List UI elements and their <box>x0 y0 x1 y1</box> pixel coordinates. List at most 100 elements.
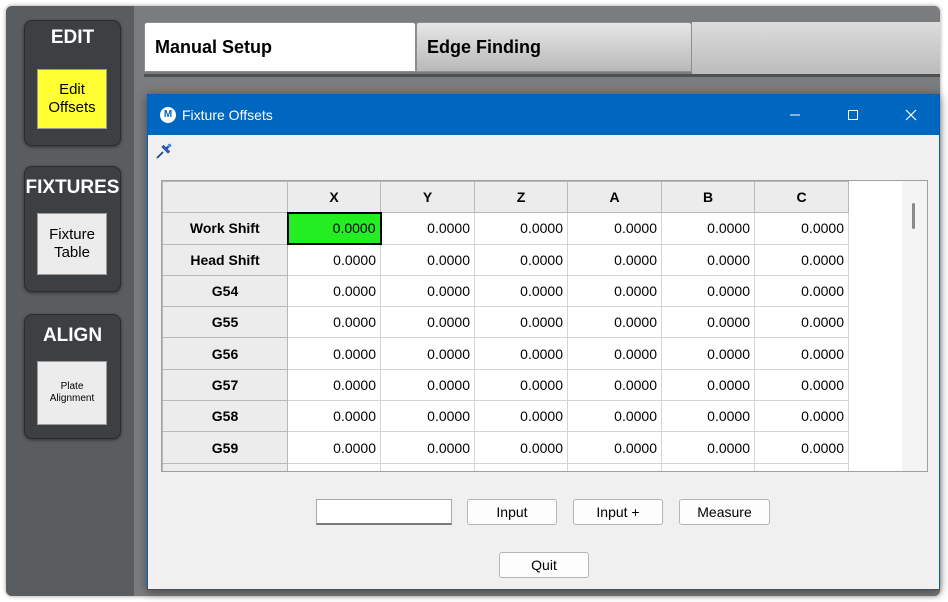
fixtures-group: FIXTURES Fixture Table <box>24 166 121 292</box>
offset-cell[interactable]: 0.0000 <box>380 274 475 308</box>
offset-cell[interactable]: 0.0000 <box>474 337 568 370</box>
empty-cell <box>567 462 662 471</box>
offset-cell[interactable]: 0.0000 <box>567 243 662 276</box>
offset-cell[interactable]: 0.0000 <box>287 400 381 433</box>
offset-cell[interactable]: 0.0000 <box>661 212 755 245</box>
row-header[interactable]: G58 <box>162 400 288 433</box>
row-header[interactable]: G56 <box>162 337 288 370</box>
input-button[interactable]: Input <box>467 499 557 525</box>
offset-cell[interactable]: 0.0000 <box>661 243 755 276</box>
offsets-grid: X Y Z A B C Work Shift 0.0000 0.0000 0.0000… <box>161 180 928 472</box>
row-header[interactable]: Work Shift <box>162 212 288 245</box>
offset-cell[interactable]: 0.0000 <box>474 400 568 433</box>
offset-cell[interactable]: 0.0000 <box>567 400 662 433</box>
minimize-icon <box>790 114 800 116</box>
scrollbar-thumb[interactable] <box>912 203 915 229</box>
table-row: G57 0.0000 0.0000 0.0000 0.0000 0.0000 0.0000 <box>162 368 849 402</box>
app-logo-icon: M <box>160 107 176 123</box>
offset-cell[interactable]: 0.0000 <box>380 431 475 464</box>
offset-cell[interactable]: 0.0000 <box>754 212 849 245</box>
offset-cell[interactable]: 0.0000 <box>661 400 755 433</box>
offset-cell[interactable]: 0.0000 <box>567 306 662 339</box>
table-row: G55 0.0000 0.0000 0.0000 0.0000 0.0000 0.0000 <box>162 306 849 339</box>
offset-cell[interactable]: 0.0000 <box>661 431 755 464</box>
tab-edge-finding[interactable]: Edge Finding <box>416 22 692 72</box>
offset-cell[interactable]: 0.0000 <box>474 368 568 402</box>
offsets-table: X Y Z A B C Work Shift 0.0000 0.0000 0.0000… <box>162 181 849 471</box>
input-plus-button[interactable]: Input + <box>573 499 663 525</box>
close-button[interactable] <box>882 95 940 135</box>
offset-cell[interactable]: 0.0000 <box>380 243 475 276</box>
row-header[interactable]: G54 <box>162 274 288 308</box>
offset-cell[interactable]: 0.0000 <box>380 400 475 433</box>
minimize-button[interactable] <box>766 95 824 135</box>
column-header[interactable]: X <box>287 181 381 214</box>
offset-cell[interactable]: 0.0000 <box>754 274 849 308</box>
row-header[interactable]: G57 <box>162 368 288 402</box>
column-header[interactable]: A <box>567 181 662 214</box>
offset-cell[interactable]: 0.0000 <box>661 368 755 402</box>
offset-cell[interactable]: 0.0000 <box>287 368 381 402</box>
offset-cell[interactable]: 0.0000 <box>380 212 475 245</box>
offset-cell[interactable]: 0.0000 <box>474 243 568 276</box>
offset-cell[interactable]: 0.0000 <box>287 243 381 276</box>
row-header[interactable]: G55 <box>162 306 288 339</box>
offset-cell[interactable]: 0.0000 <box>380 368 475 402</box>
fixture-offsets-dialog: M Fixture Offsets X Y Z A B C Work Shift… <box>147 94 940 590</box>
column-header[interactable]: Y <box>380 181 475 214</box>
offset-cell[interactable]: 0.0000 <box>287 306 381 339</box>
offset-cell[interactable]: 0.0000 <box>474 212 568 245</box>
offset-cell[interactable]: 0.0000 <box>474 431 568 464</box>
offset-cell[interactable]: 0.0000 <box>754 337 849 370</box>
offset-cell[interactable]: 0.0000 <box>661 274 755 308</box>
align-group: ALIGN Plate Alignment <box>24 314 121 439</box>
dialog-title: Fixture Offsets <box>182 107 273 123</box>
offset-cell[interactable]: 0.0000 <box>286 211 382 246</box>
tab-divider <box>144 74 940 77</box>
offset-cell[interactable]: 0.0000 <box>567 274 662 308</box>
offset-cell[interactable]: 0.0000 <box>567 212 662 245</box>
quit-button[interactable]: Quit <box>499 552 589 578</box>
offset-cell[interactable]: 0.0000 <box>380 337 475 370</box>
empty-cell <box>287 462 381 471</box>
measure-button[interactable]: Measure <box>679 499 770 525</box>
offset-cell[interactable]: 0.0000 <box>754 400 849 433</box>
maximize-button[interactable] <box>824 95 882 135</box>
table-row-partial <box>162 462 849 471</box>
fixtures-group-title: FIXTURES <box>25 177 120 198</box>
column-header[interactable]: C <box>754 181 849 214</box>
plate-alignment-button[interactable]: Plate Alignment <box>37 361 107 425</box>
offset-cell[interactable]: 0.0000 <box>754 243 849 276</box>
edit-offsets-button[interactable]: Edit Offsets <box>37 69 107 129</box>
offset-cell[interactable]: 0.0000 <box>567 431 662 464</box>
offset-cell[interactable]: 0.0000 <box>287 274 381 308</box>
table-row: G56 0.0000 0.0000 0.0000 0.0000 0.0000 0.0000 <box>162 337 849 370</box>
vertical-scrollbar[interactable] <box>902 181 927 471</box>
column-header[interactable]: Z <box>474 181 568 214</box>
row-header[interactable]: G59 <box>162 431 288 464</box>
value-input[interactable] <box>316 499 452 525</box>
pin-icon[interactable] <box>154 141 174 161</box>
offset-cell[interactable]: 0.0000 <box>567 368 662 402</box>
fixture-table-button[interactable]: Fixture Table <box>37 213 107 275</box>
offset-cell[interactable]: 0.0000 <box>567 337 662 370</box>
offset-cell[interactable]: 0.0000 <box>287 431 381 464</box>
row-header[interactable]: Head Shift <box>162 243 288 276</box>
empty-cell <box>474 462 568 471</box>
table-row: Head Shift 0.0000 0.0000 0.0000 0.0000 0.0000… <box>162 243 849 276</box>
offset-cell[interactable]: 0.0000 <box>754 431 849 464</box>
offset-cell[interactable]: 0.0000 <box>754 368 849 402</box>
offset-cell[interactable]: 0.0000 <box>474 274 568 308</box>
close-icon <box>905 109 917 121</box>
column-header[interactable]: B <box>661 181 755 214</box>
offset-cell[interactable]: 0.0000 <box>754 306 849 339</box>
offset-cell[interactable]: 0.0000 <box>287 337 381 370</box>
offset-cell[interactable]: 0.0000 <box>380 306 475 339</box>
align-group-title: ALIGN <box>42 325 103 346</box>
dialog-titlebar[interactable]: M Fixture Offsets <box>148 95 939 135</box>
offset-cell[interactable]: 0.0000 <box>661 306 755 339</box>
offset-cell[interactable]: 0.0000 <box>474 306 568 339</box>
tab-manual-setup[interactable]: Manual Setup <box>144 22 416 72</box>
empty-cell <box>380 462 475 471</box>
offset-cell[interactable]: 0.0000 <box>661 337 755 370</box>
